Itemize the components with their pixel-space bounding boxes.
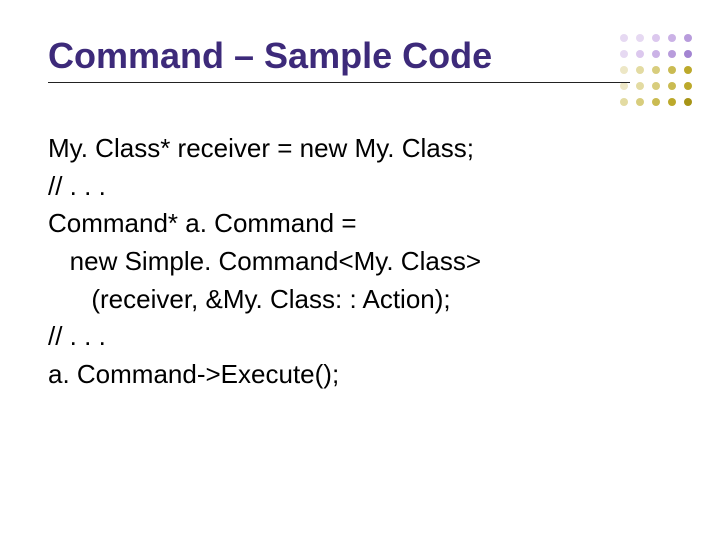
code-line: Command* a. Command = bbox=[48, 205, 630, 243]
title-block: Command – Sample Code bbox=[48, 36, 630, 83]
slide: Command – Sample Code My. Class* receive… bbox=[0, 0, 720, 540]
code-line: My. Class* receiver = new My. Class; bbox=[48, 130, 630, 168]
title-underline bbox=[48, 82, 630, 83]
code-line: // . . . bbox=[48, 168, 630, 206]
code-body: My. Class* receiver = new My. Class; // … bbox=[48, 130, 630, 394]
code-line: a. Command->Execute(); bbox=[48, 356, 630, 394]
code-line: new Simple. Command<My. Class> bbox=[48, 243, 630, 281]
code-line: // . . . bbox=[48, 318, 630, 356]
code-line: (receiver, &My. Class: : Action); bbox=[48, 281, 630, 319]
slide-title: Command – Sample Code bbox=[48, 36, 630, 76]
